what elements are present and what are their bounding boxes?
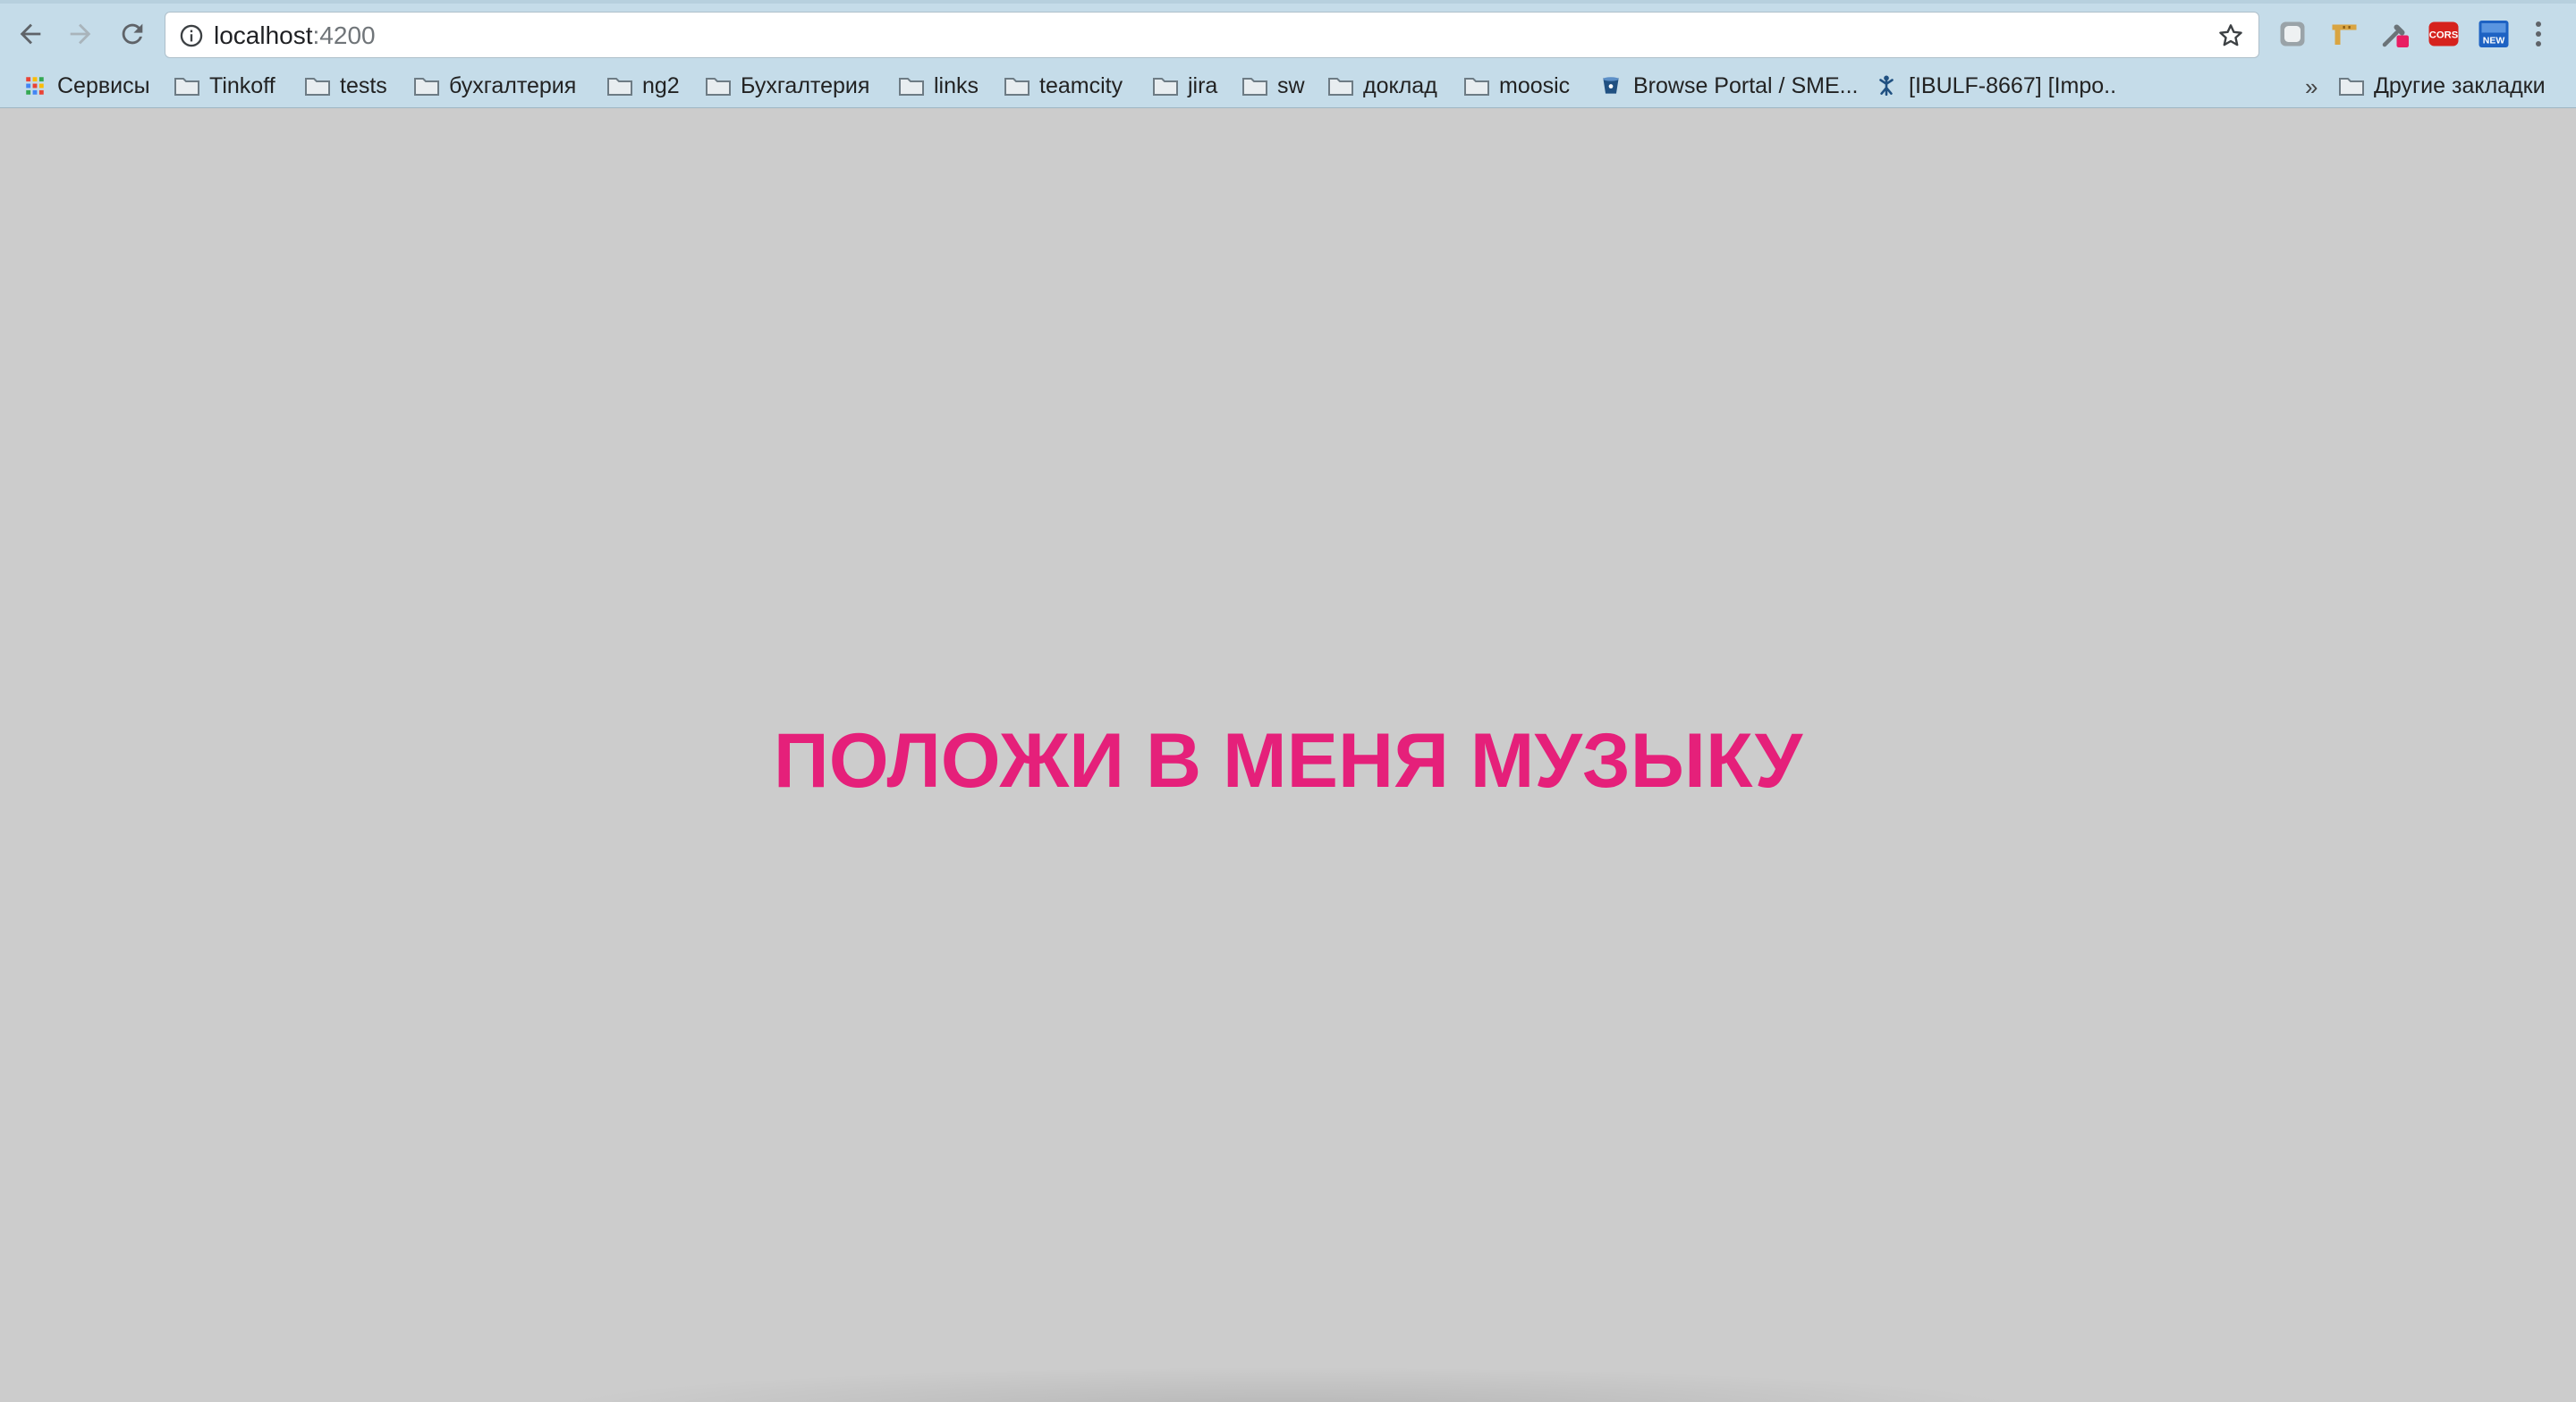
bookmark-services[interactable]: Сервисы <box>21 70 150 102</box>
new-badge-extension-icon[interactable]: NEW <box>2478 18 2510 50</box>
forward-button[interactable] <box>59 13 102 55</box>
cors-label: CORS <box>2429 30 2459 41</box>
bookmark-label: Бухгалтерия <box>741 72 870 98</box>
folder-icon <box>2338 74 2365 97</box>
folder-icon <box>1463 74 1490 97</box>
bookmark-label: links <box>934 72 979 98</box>
folder-icon <box>304 74 331 97</box>
bookmark-browse-portal[interactable]: Browse Portal / SME... <box>1597 70 1858 102</box>
page-headline: ПОЛОЖИ В МЕНЯ МУЗЫКУ <box>773 718 1803 804</box>
bookmark-star-icon[interactable] <box>2216 21 2246 51</box>
bookmark-label: Сервисы <box>57 72 150 98</box>
reload-button[interactable] <box>111 13 154 55</box>
url-text[interactable]: localhost:4200 <box>214 21 376 50</box>
bookmark-label: tests <box>340 72 387 98</box>
bookmark-label: jira <box>1188 72 1218 98</box>
bottom-shadow <box>537 1366 2039 1402</box>
bookmark-label: Browse Portal / SME... <box>1633 72 1859 98</box>
bookmarks-overflow-chevron[interactable]: » <box>2305 73 2318 101</box>
cors-extension-icon[interactable]: CORS <box>2428 18 2460 50</box>
bookmark-folder-tests[interactable]: tests <box>304 70 387 102</box>
folder-icon <box>606 74 633 97</box>
browser-toolbar: localhost:4200 CORS NEW <box>0 4 2576 64</box>
bookmark-folder-other[interactable]: Другие закладки <box>2338 70 2546 102</box>
reload-icon <box>122 23 143 45</box>
bookmark-label: доклад <box>1363 72 1437 98</box>
arrow-right-icon <box>70 23 91 45</box>
folder-icon <box>1327 74 1354 97</box>
bookmark-label: teamcity <box>1039 72 1123 98</box>
bookmark-label: [IBULF-8667] [Impo.. <box>1909 72 2117 98</box>
bookmark-label: ng2 <box>642 72 680 98</box>
folder-icon <box>1004 74 1030 97</box>
page-content: ПОЛОЖИ В МЕНЯ МУЗЫКУ <box>0 108 2576 1402</box>
url-host: localhost <box>214 21 313 49</box>
url-port: :4200 <box>312 21 376 49</box>
folder-icon <box>705 74 732 97</box>
eyedropper-extension-icon[interactable] <box>2379 18 2411 50</box>
bookmark-label: sw <box>1277 72 1305 98</box>
grey-shield-extension-icon[interactable] <box>2276 18 2309 50</box>
browser-menu-icon[interactable] <box>2526 16 2551 52</box>
bookmark-folder-links[interactable]: links <box>898 70 979 102</box>
new-label: NEW <box>2483 36 2505 46</box>
jira-icon <box>1873 74 1900 97</box>
bookmark-folder-ng2[interactable]: ng2 <box>606 70 680 102</box>
folder-icon <box>1241 74 1268 97</box>
bookmark-folder-tinkoff[interactable]: Tinkoff <box>174 70 275 102</box>
folder-icon <box>898 74 925 97</box>
bookmarks-bar: Сервисы Tinkoff tests бухгалтерия ng2 Бу… <box>0 64 2576 107</box>
bookmark-label: бухгалтерия <box>449 72 577 98</box>
browser-chrome: localhost:4200 CORS NEW Сервисы Tinkoff … <box>0 0 2576 108</box>
bookmark-folder-accounting[interactable]: бухгалтерия <box>413 70 576 102</box>
bookmark-label: Tinkoff <box>209 72 275 98</box>
ruler-extension-icon[interactable] <box>2328 18 2360 50</box>
bookmark-folder-jira[interactable]: jira <box>1152 70 1217 102</box>
bookmark-folder-sw[interactable]: sw <box>1241 70 1305 102</box>
apps-grid-icon <box>21 74 48 97</box>
info-icon[interactable] <box>178 22 205 49</box>
bookmark-folder-teamcity[interactable]: teamcity <box>1004 70 1123 102</box>
bitbucket-icon <box>1597 74 1624 97</box>
bookmark-label: Другие закладки <box>2374 72 2546 98</box>
folder-icon <box>413 74 440 97</box>
bookmark-folder-report[interactable]: доклад <box>1327 70 1437 102</box>
bookmark-label: moosic <box>1499 72 1571 98</box>
folder-icon <box>1152 74 1179 97</box>
folder-icon <box>174 74 200 97</box>
back-button[interactable] <box>9 13 52 55</box>
arrow-left-icon <box>20 23 41 45</box>
bookmark-folder-accounting-2[interactable]: Бухгалтерия <box>705 70 869 102</box>
bookmark-jira-issue[interactable]: [IBULF-8667] [Impo.. <box>1873 70 2116 102</box>
address-bar[interactable]: localhost:4200 <box>165 12 2259 58</box>
bookmark-folder-moosic[interactable]: moosic <box>1463 70 1570 102</box>
